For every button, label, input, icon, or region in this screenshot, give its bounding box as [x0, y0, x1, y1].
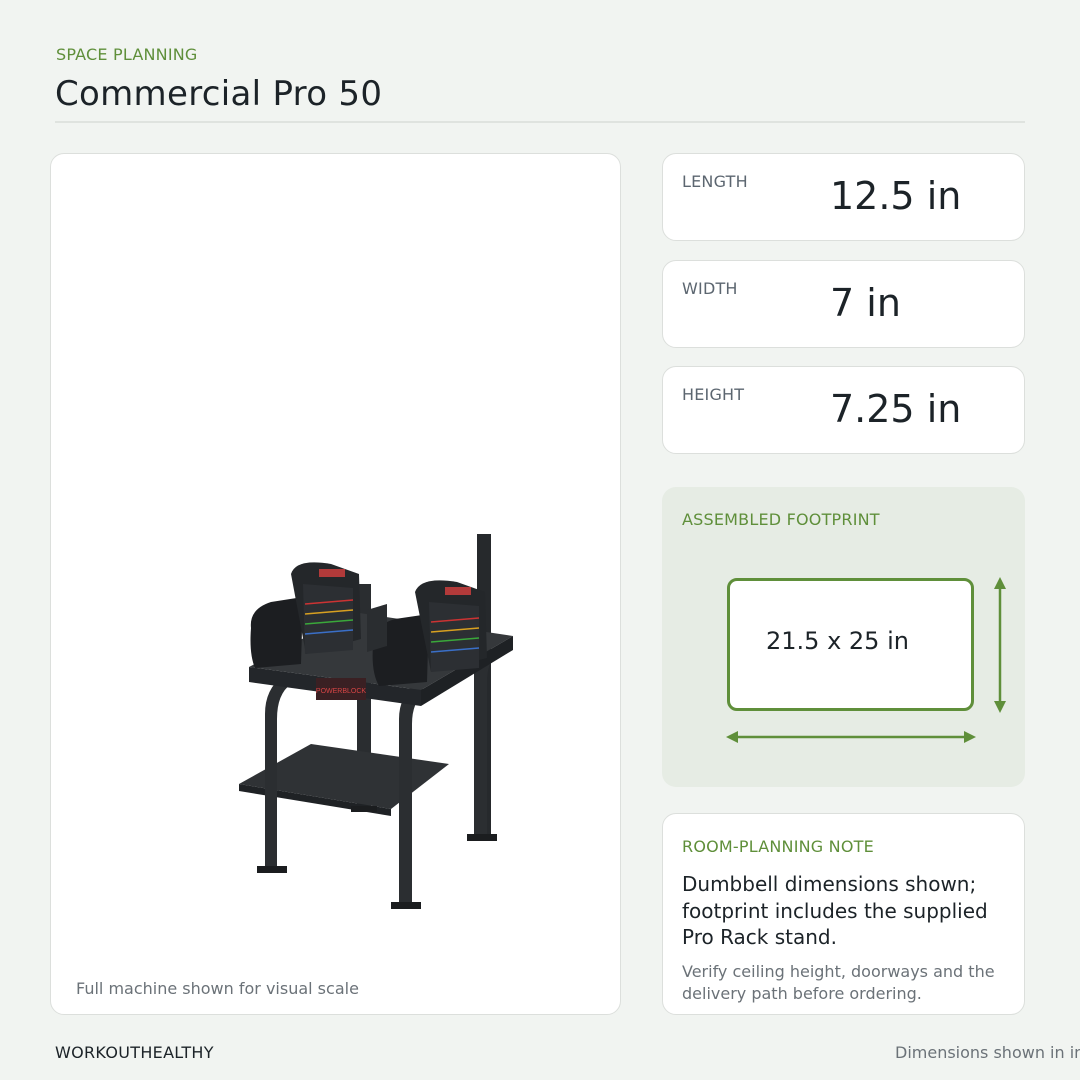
dimension-label: WIDTH — [682, 279, 738, 298]
footer-note: Dimensions shown in inches — [895, 1043, 1080, 1062]
dimension-arrows — [726, 577, 1006, 743]
note-label: ROOM-PLANNING NOTE — [682, 837, 874, 856]
product-image-card: POWERBLOCK Full machine shown for visual… — [50, 153, 621, 1015]
rack-brand-label: POWERBLOCK — [316, 688, 367, 695]
header-divider — [55, 121, 1025, 123]
dimension-card-length: LENGTH 12.5 in — [662, 153, 1025, 241]
product-image: POWERBLOCK — [239, 534, 513, 909]
note-body: Dumbbell dimensions shown; footprint inc… — [682, 872, 988, 949]
dimension-value: 7.25 in — [830, 387, 962, 431]
footprint-panel: ASSEMBLED FOOTPRINT 21.5 x 25 in — [662, 487, 1025, 787]
dimension-label: LENGTH — [682, 172, 748, 191]
section-eyebrow: SPACE PLANNING — [56, 45, 198, 64]
dimension-card-height: HEIGHT 7.25 in — [662, 366, 1025, 454]
width-arrow-icon — [726, 731, 976, 743]
depth-arrow-icon — [994, 577, 1006, 713]
brand-name: WORKOUTHEALTHY — [55, 1043, 214, 1062]
room-planning-note: ROOM-PLANNING NOTE Dumbbell dimensions s… — [662, 813, 1025, 1015]
image-caption: Full machine shown for visual scale — [76, 979, 359, 998]
dimension-value: 7 in — [830, 281, 901, 325]
note-subtext: Verify ceiling height, doorways and the … — [682, 962, 995, 1003]
dimension-card-width: WIDTH 7 in — [662, 260, 1025, 348]
dimension-label: HEIGHT — [682, 385, 745, 404]
dimension-value: 12.5 in — [830, 174, 962, 218]
page-title: Commercial Pro 50 — [55, 74, 383, 114]
